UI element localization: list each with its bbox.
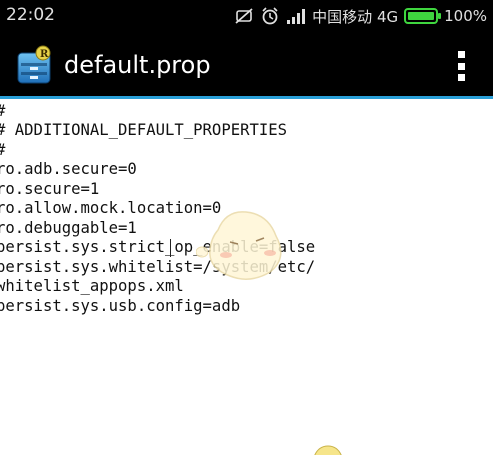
signal-icon [287,9,306,24]
editor-line[interactable]: ro.allow.mock.location=0 [0,199,221,219]
battery-percent: 100% [444,7,487,25]
editor-line[interactable]: # ADDITIONAL_DEFAULT_PROPERTIES [0,121,287,141]
status-icons: 中国移动 4G 100% [234,5,487,27]
editor-line[interactable]: persist.sys.usb.config=adb [0,297,240,317]
mascot-peek-icon [314,445,342,455]
carrier-label: 中国移动 4G [312,7,399,26]
mute-icon [235,8,253,24]
battery-icon [404,8,442,24]
editor-line[interactable]: ro.debuggable=1 [0,219,137,239]
editor-line[interactable]: ro.secure=1 [0,180,99,200]
action-bar: R default.prop [0,33,493,96]
editor-line[interactable]: # [0,102,5,122]
svg-text:R: R [40,49,49,60]
battery-fill [408,12,435,20]
text-cursor [170,239,171,257]
text-editor[interactable]: # # ADDITIONAL_DEFAULT_PROPERTIES # ro.a… [0,99,493,455]
editor-line[interactable]: # [0,141,5,161]
editor-line[interactable]: persist.sys.strict_op_enable=false [0,238,315,258]
alarm-icon [262,7,278,25]
file-manager-icon[interactable]: R [16,45,54,85]
editor-line[interactable]: persist.sys.whitelist=/system/etc/ [0,258,315,278]
status-bar: 22:02 中国移动 4G 100% [0,0,493,33]
page-title: default.prop [64,51,211,79]
overflow-menu-icon[interactable] [455,51,467,81]
editor-line[interactable]: ro.adb.secure=0 [0,160,137,180]
editor-line[interactable]: whitelist_appops.xml [0,277,184,297]
status-time: 22:02 [6,5,55,25]
